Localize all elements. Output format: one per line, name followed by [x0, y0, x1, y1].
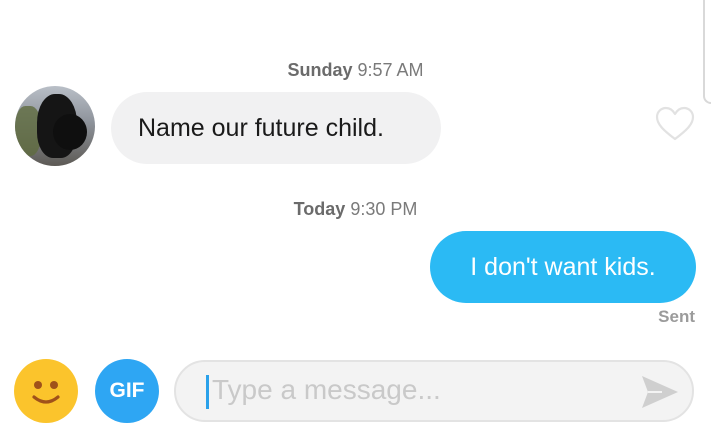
outgoing-message-text: I don't want kids. [470, 252, 656, 281]
message-status: Sent [658, 307, 695, 326]
emoji-button[interactable] [14, 359, 78, 423]
window-scroll-edge [703, 0, 711, 104]
incoming-message-text: Name our future child. [138, 113, 384, 142]
timestamp-time: 9:30 PM [350, 199, 418, 219]
timestamp-day: Sunday [287, 60, 353, 80]
timestamp-today: Today 9:30 PM [0, 199, 711, 220]
smiley-face-icon [32, 381, 60, 404]
timestamp-sunday: Sunday 9:57 AM [0, 60, 711, 81]
message-input-placeholder: Type a message... [212, 374, 441, 405]
outgoing-message-bubble[interactable]: I don't want kids. [430, 231, 696, 303]
heart-icon[interactable] [655, 106, 695, 142]
send-arrow-icon[interactable] [640, 374, 680, 410]
incoming-message-bubble[interactable]: Name our future child. [111, 92, 441, 164]
timestamp-day: Today [293, 199, 346, 219]
match-avatar[interactable] [15, 86, 95, 166]
text-caret [206, 375, 209, 409]
timestamp-time: 9:57 AM [357, 60, 424, 80]
gif-button[interactable]: GIF [95, 359, 159, 423]
message-input[interactable]: Type a message... [174, 360, 694, 422]
